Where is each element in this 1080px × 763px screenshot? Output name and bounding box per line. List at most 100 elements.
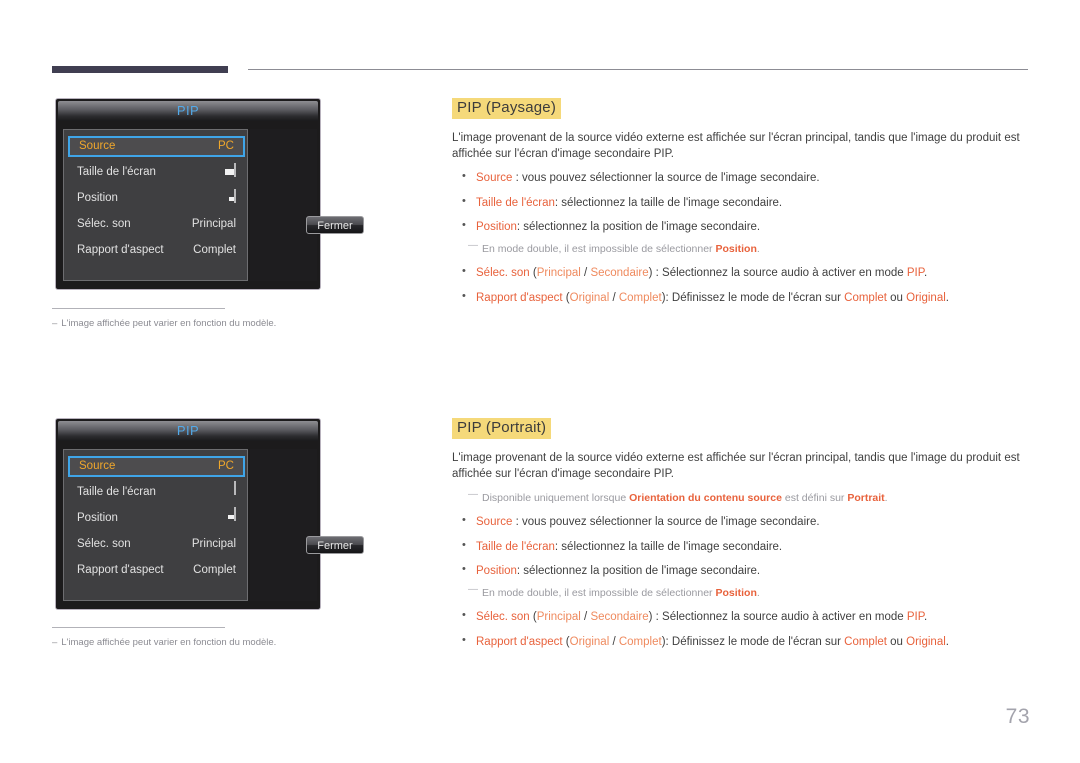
- bullet-text: ) : Sélectionnez la source audio à activ…: [648, 267, 907, 280]
- bullet-text: .: [945, 635, 949, 648]
- keyword-aspect-ratio: Rapport d'aspect: [476, 291, 563, 304]
- osd-row-source[interactable]: Source PC: [68, 456, 245, 477]
- option-secondaire: Secondaire: [590, 267, 649, 280]
- section-paragraph: L'image provenant de la source vidéo ext…: [452, 131, 1020, 161]
- bullet-text: (: [529, 611, 537, 624]
- bullet-text: : sélectionnez la position de l'image se…: [516, 221, 761, 234]
- bullet-screen-size: Taille de l'écran: sélectionnez la taill…: [452, 194, 1032, 211]
- keyword-sound-select: Sélec. son: [476, 611, 530, 624]
- osd-row-label: Sélec. son: [77, 538, 131, 550]
- close-button[interactable]: Fermer: [306, 216, 364, 234]
- keyword-original: Original: [906, 291, 946, 304]
- bullet-screen-size: Taille de l'écran: sélectionnez la taill…: [452, 538, 1032, 555]
- keyword-portrait: Portrait: [847, 492, 885, 505]
- keyword-source-content-orientation: Orientation du contenu source: [629, 492, 782, 505]
- section-bullet-list: Source : vous pouvez sélectionner la sou…: [452, 169, 1032, 306]
- keyword-screen-size: Taille de l'écran: [476, 540, 555, 553]
- osd-row-label: Rapport d'aspect: [77, 564, 164, 576]
- note-text: Disponible uniquement lorsque: [482, 492, 630, 505]
- osd-row-source[interactable]: Source PC: [68, 136, 245, 157]
- bullet-text: : sélectionnez la taille de l'image seco…: [554, 540, 783, 553]
- option-original: Original: [569, 635, 610, 648]
- bullet-sound-select: Sélec. son (Principal / Secondaire) : Sé…: [452, 264, 1032, 281]
- footnote-text: – L'image affichée peut varier en fonctio…: [52, 318, 452, 329]
- bullet-position: Position: sélectionnez la position de l'…: [452, 218, 1032, 235]
- osd-row-sound-select[interactable]: Sélec. son Principal: [68, 214, 245, 235]
- osd-row-label: Position: [77, 512, 118, 524]
- osd-row-label: Source: [79, 140, 116, 152]
- osd-row-aspect-ratio[interactable]: Rapport d'aspect Complet: [68, 240, 245, 261]
- footnote-rule: [52, 627, 225, 628]
- bullet-text: .: [923, 611, 928, 624]
- osd-row-value: PC: [218, 460, 234, 472]
- bullet-sep: /: [609, 291, 619, 304]
- osd-side-pane: Fermer: [250, 449, 364, 601]
- footnote-text: – L'image affichée peut varier en fonctio…: [52, 637, 452, 648]
- keyword-source: Source: [476, 172, 513, 185]
- bullet-text: ): Définissez le mode de l'écran sur: [661, 291, 845, 304]
- bullet-sep: /: [580, 267, 591, 280]
- keyword-position: Position: [476, 221, 517, 234]
- note-text-tail: .: [756, 587, 760, 600]
- option-secondaire: Secondaire: [590, 611, 649, 624]
- section-title: PIP (Portrait): [452, 418, 552, 439]
- section-paragraph: L'image provenant de la source vidéo ext…: [452, 451, 1020, 481]
- bullet-text: ou: [886, 635, 907, 648]
- osd-row-position[interactable]: Position: [68, 507, 245, 529]
- footnote-portrait: – L'image affichée peut varier en fonctio…: [52, 627, 452, 648]
- keyword-position: Position: [715, 587, 757, 600]
- footnote-body: L'image affichée peut varier en fonction…: [61, 318, 277, 329]
- osd-row-value: Complet: [193, 564, 236, 576]
- keyword-complet: Complet: [844, 291, 887, 304]
- keyword-aspect-ratio: Rapport d'aspect: [476, 635, 563, 648]
- note-dual-mode: En mode double, il est impossible de sél…: [452, 583, 1032, 601]
- bullet-text: : sélectionnez la position de l'image se…: [516, 564, 761, 577]
- osd-row-value: Principal: [191, 218, 236, 230]
- bullet-text: ): Définissez le mode de l'écran sur: [661, 635, 845, 648]
- osd-side-pane: Fermer: [250, 129, 364, 281]
- osd-row-aspect-ratio[interactable]: Rapport d'aspect Complet: [68, 560, 245, 581]
- osd-title: PIP: [176, 423, 200, 438]
- bullet-text: .: [923, 267, 928, 280]
- bullet-sound-select: Sélec. son (Principal / Secondaire) : Sé…: [452, 608, 1032, 625]
- footnote-dash: –: [52, 318, 58, 329]
- option-original: Original: [569, 291, 610, 304]
- position-landscape-icon: [229, 189, 236, 203]
- bullet-aspect-ratio: Rapport d'aspect (Original / Complet): D…: [452, 289, 1032, 306]
- close-button[interactable]: Fermer: [306, 536, 364, 554]
- note-availability: Disponible uniquement lorsque Orientatio…: [452, 488, 1032, 506]
- keyword-original: Original: [906, 635, 946, 648]
- keyword-sound-select: Sélec. son: [476, 267, 530, 280]
- keyword-screen-size: Taille de l'écran: [476, 196, 555, 209]
- note-text-tail: .: [756, 243, 760, 256]
- bullet-text: : sélectionnez la taille de l'image seco…: [554, 196, 783, 209]
- osd-row-value: Principal: [191, 538, 236, 550]
- keyword-pip: PIP: [906, 267, 924, 280]
- section-pip-portrait: PIP (Portrait) L'image provenant de la s…: [452, 418, 1032, 650]
- bullet-source: Source : vous pouvez sélectionner la sou…: [452, 169, 1032, 186]
- bullet-sep: /: [609, 635, 619, 648]
- osd-row-label: Position: [77, 192, 118, 204]
- footnote-body: L'image affichée peut varier en fonction…: [61, 637, 277, 648]
- osd-row-sound-select[interactable]: Sélec. son Principal: [68, 534, 245, 555]
- osd-row-label: Source: [79, 460, 116, 472]
- page-header-rule: [52, 64, 1028, 74]
- header-tab-bar: [52, 66, 228, 73]
- osd-row-label: Taille de l'écran: [77, 166, 156, 178]
- note-text: En mode double, il est impossible de sél…: [482, 243, 716, 256]
- footnote-landscape: – L'image affichée peut varier en fonctio…: [52, 308, 452, 329]
- bullet-text: ) : Sélectionnez la source audio à activ…: [648, 611, 907, 624]
- osd-row-screen-size[interactable]: Taille de l'écran: [68, 162, 245, 183]
- keyword-complet: Complet: [844, 635, 887, 648]
- option-principal: Principal: [536, 611, 581, 624]
- osd-titlebar: PIP: [58, 101, 318, 121]
- note-text-tail: .: [884, 492, 888, 505]
- keyword-position: Position: [715, 243, 757, 256]
- osd-menu-list: Source PC Taille de l'écran Position Sél…: [63, 129, 248, 281]
- osd-row-position[interactable]: Position: [68, 188, 245, 209]
- bullet-source: Source : vous pouvez sélectionner la sou…: [452, 513, 1032, 530]
- bullet-sep: /: [580, 611, 591, 624]
- osd-row-screen-size[interactable]: Taille de l'écran: [68, 481, 245, 503]
- option-principal: Principal: [536, 267, 581, 280]
- bullet-text: : vous pouvez sélectionner la source de …: [512, 516, 820, 529]
